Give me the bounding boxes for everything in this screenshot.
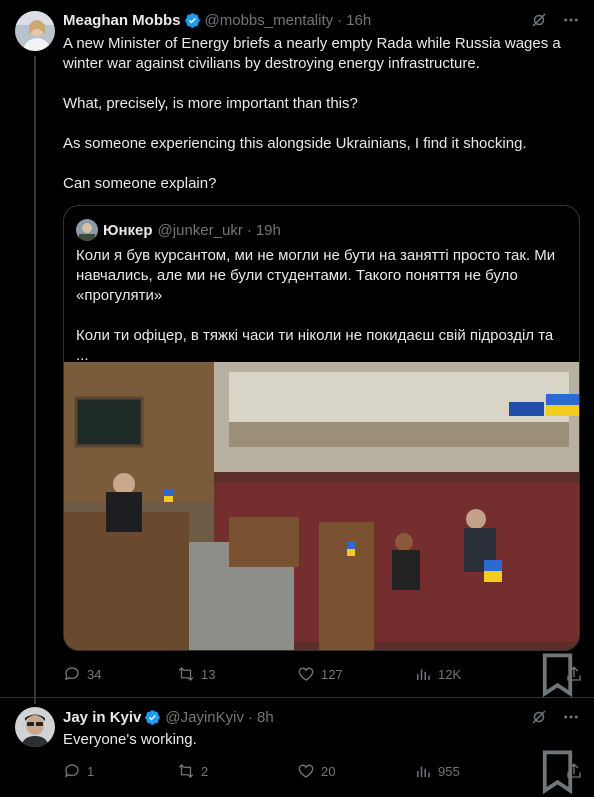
author-handle[interactable]: @JayinKyiv [165, 709, 244, 726]
tweet-header: Jay in Kyiv @JayinKyiv · 8h [63, 707, 274, 727]
tweet-header: Meaghan Mobbs @mobbs_mentality · 16h [63, 10, 371, 30]
like-button[interactable]: 20 [297, 762, 335, 780]
reply-count: 34 [87, 666, 102, 682]
tweet-paragraph: What, precisely, is more important than … [63, 95, 358, 112]
share-icon[interactable] [565, 665, 583, 683]
quote-paragraph: Коли ти офіцер, в тяжкі часи ти ніколи н… [76, 327, 554, 364]
reply-button[interactable]: 1 [63, 762, 94, 780]
heart-icon [298, 667, 314, 681]
repost-icon [178, 764, 194, 778]
more-options-icon[interactable] [562, 708, 580, 726]
grok-icon[interactable] [530, 11, 548, 29]
repost-count: 13 [201, 666, 216, 682]
repost-count: 2 [201, 763, 209, 779]
tweet-timestamp[interactable]: 8h [257, 709, 274, 726]
tweet-actions: 1 2 20 955 [63, 749, 583, 794]
quote-author-avatar [76, 219, 98, 241]
tweet-top-actions [530, 708, 580, 726]
author-handle[interactable]: @mobbs_mentality [205, 12, 334, 29]
tweet-text: A new Minister of Energy briefs a nearly… [63, 34, 578, 194]
grok-icon[interactable] [530, 708, 548, 726]
reply-count: 1 [87, 763, 95, 779]
author-avatar[interactable] [15, 11, 55, 51]
separator-dot: · [337, 11, 343, 29]
quote-author-handle: @junker_ukr [157, 221, 243, 239]
more-options-icon[interactable] [562, 11, 580, 29]
tweet-paragraph: As someone experiencing this alongside U… [63, 135, 527, 152]
quote-paragraph: Коли я був курсантом, ми не могли не бут… [76, 247, 556, 304]
heart-icon [298, 764, 314, 778]
tweet-reply[interactable]: Jay in Kyiv @JayinKyiv · 8h Everyone's w… [0, 697, 594, 794]
views-count: 955 [438, 763, 460, 779]
reply-button[interactable]: 34 [63, 665, 101, 683]
separator-dot: · [246, 221, 252, 239]
reply-icon [64, 764, 79, 778]
repost-button[interactable]: 2 [177, 762, 208, 780]
quote-text: Коли я був курсантом, ми не могли не бут… [76, 246, 568, 366]
tweet-paragraph: Can someone explain? [63, 175, 217, 192]
repost-icon [178, 667, 194, 681]
views-button[interactable]: 955 [414, 762, 460, 780]
quote-timestamp: 19h [255, 221, 281, 239]
views-count: 12K [438, 666, 462, 682]
tweet-main[interactable]: Meaghan Mobbs @mobbs_mentality · 16h A n… [0, 0, 594, 704]
author-avatar[interactable] [15, 707, 55, 747]
tweet-actions: 34 13 127 12K [63, 652, 583, 697]
author-name[interactable]: Meaghan Mobbs [63, 12, 181, 29]
tweet-timestamp[interactable]: 16h [346, 12, 371, 29]
verified-badge-icon [145, 709, 161, 725]
like-button[interactable]: 127 [297, 665, 343, 683]
reply-icon [64, 667, 79, 681]
tweet-paragraph: A new Minister of Energy briefs a nearly… [63, 35, 561, 72]
quote-author-name: Юнкер [103, 221, 153, 239]
like-count: 127 [321, 666, 343, 682]
quote-header: Юнкер @junker_ukr · 19h [76, 219, 281, 241]
repost-button[interactable]: 13 [177, 665, 215, 683]
views-button[interactable]: 12K [414, 665, 461, 683]
parliament-photo[interactable] [64, 362, 580, 651]
separator-dot: · [247, 708, 253, 726]
tweet-text: Everyone's working. [63, 730, 578, 750]
tweet-paragraph: Everyone's working. [63, 731, 197, 748]
quoted-tweet[interactable]: Юнкер @junker_ukr · 19h Коли я був курса… [63, 205, 580, 651]
share-icon[interactable] [565, 762, 583, 780]
verified-badge-icon [184, 12, 200, 28]
author-name[interactable]: Jay in Kyiv [63, 709, 141, 726]
tweet-top-actions [530, 11, 580, 29]
views-chart-icon [417, 766, 430, 777]
like-count: 20 [321, 763, 336, 779]
thread-line [34, 56, 36, 704]
views-chart-icon [417, 669, 430, 680]
